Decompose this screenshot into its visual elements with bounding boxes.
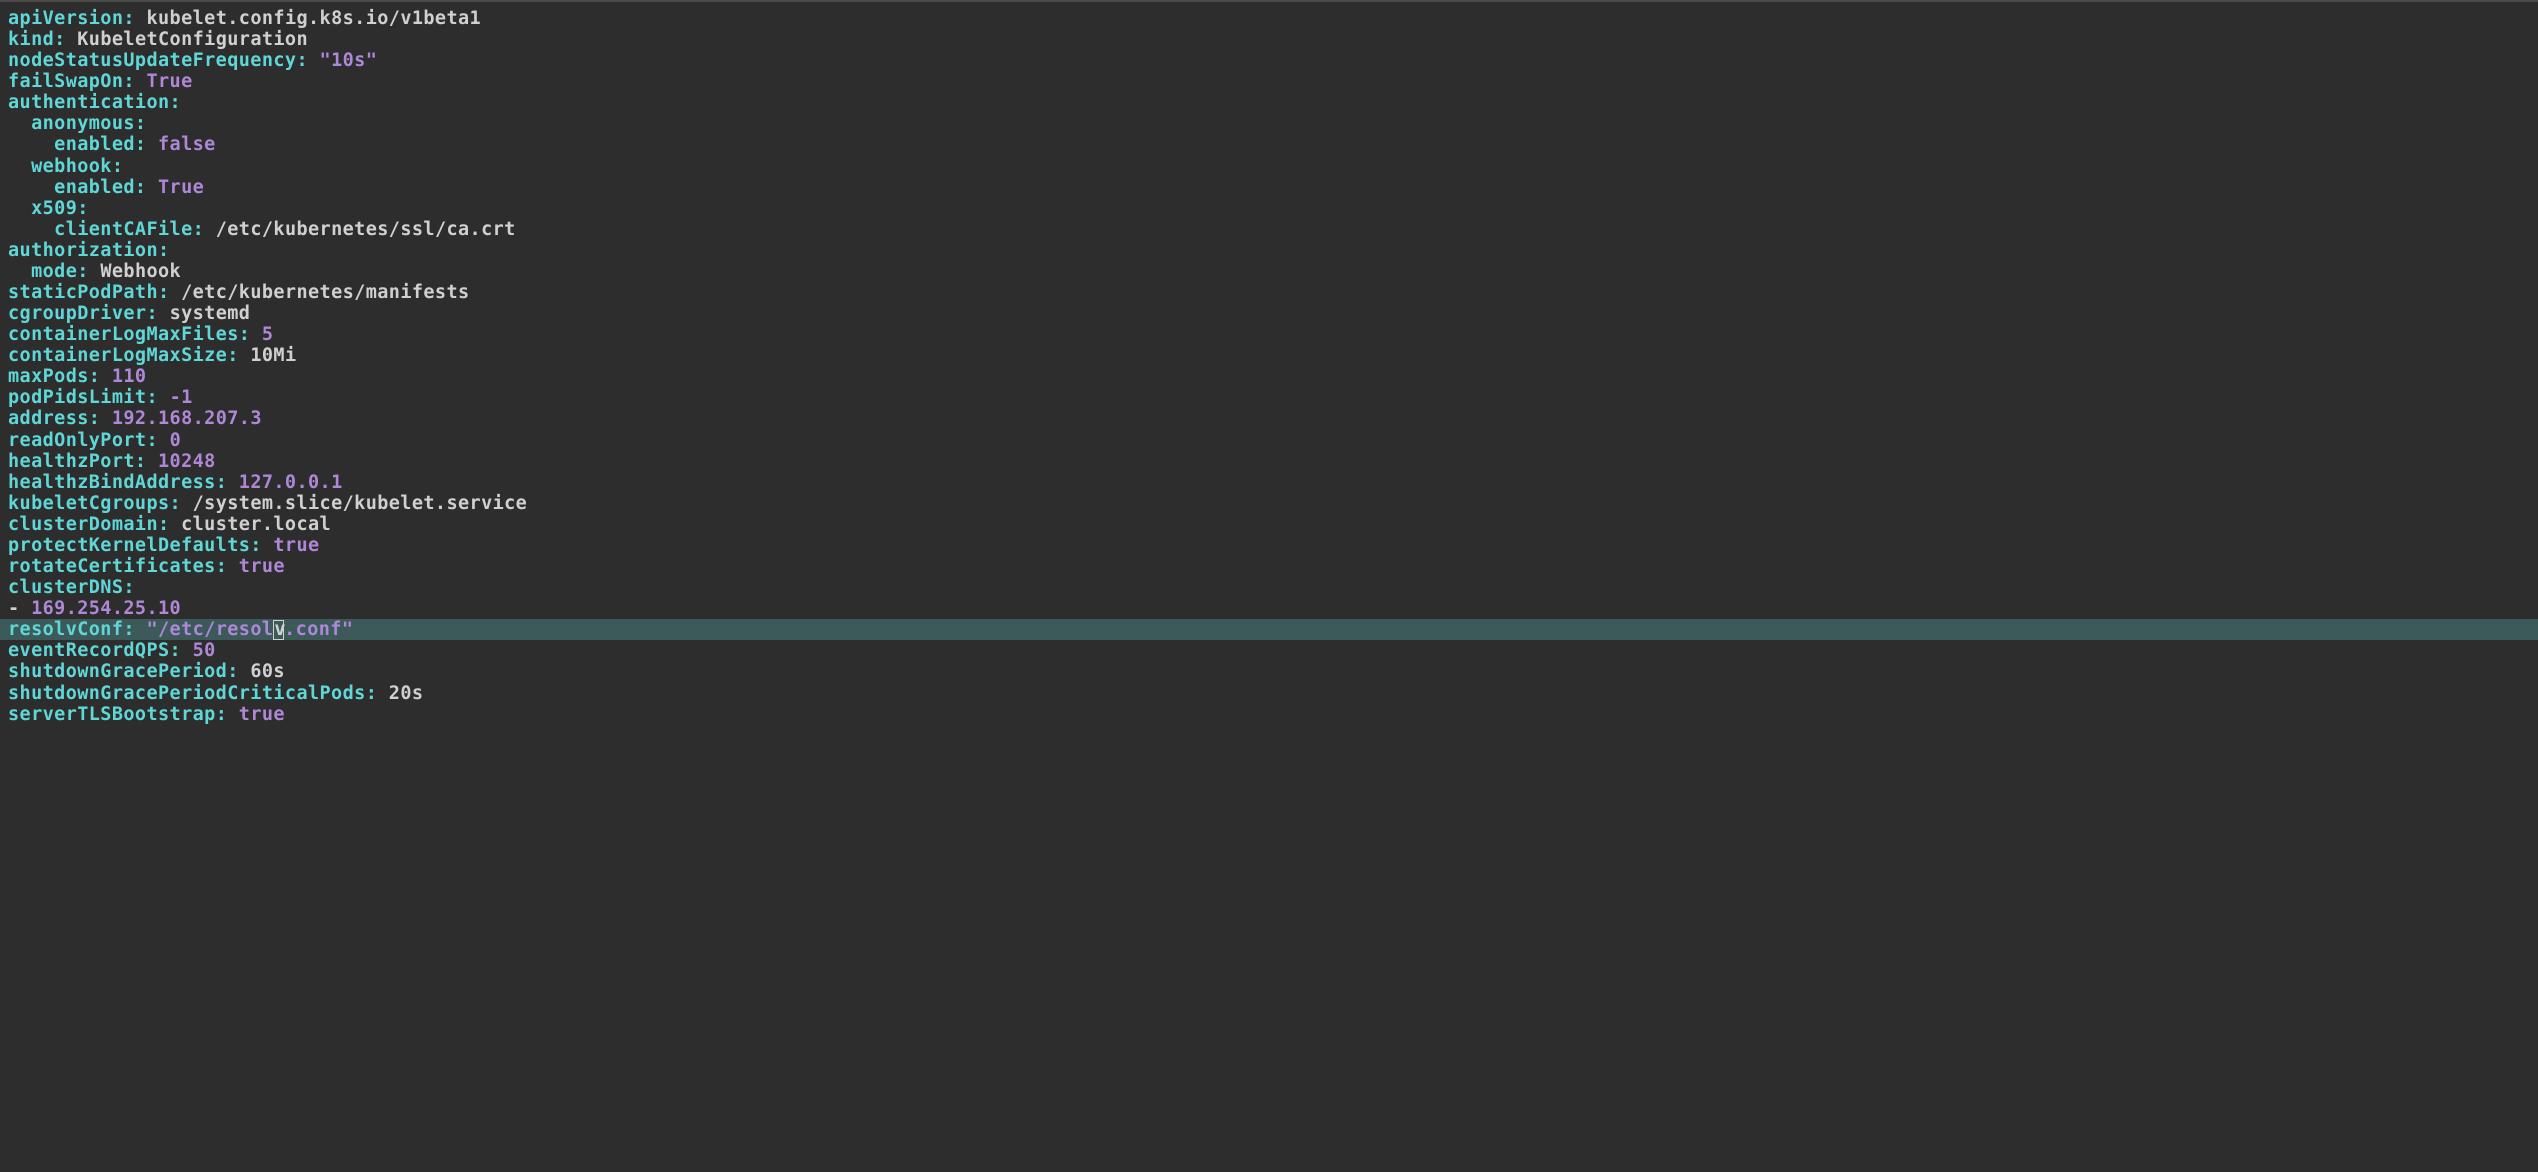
code-line[interactable]: healthzPort: 10248 (8, 451, 2530, 472)
code-line[interactable]: podPidsLimit: -1 (8, 387, 2530, 408)
code-line[interactable]: clientCAFile: /etc/kubernetes/ssl/ca.crt (8, 219, 2530, 240)
code-line[interactable]: shutdownGracePeriodCriticalPods: 20s (8, 683, 2530, 704)
code-line[interactable]: address: 192.168.207.3 (8, 408, 2530, 429)
code-line[interactable]: anonymous: (8, 113, 2530, 134)
code-line[interactable]: authorization: (8, 240, 2530, 261)
code-line[interactable]: healthzBindAddress: 127.0.0.1 (8, 472, 2530, 493)
code-line[interactable]: containerLogMaxSize: 10Mi (8, 345, 2530, 366)
code-line[interactable]: protectKernelDefaults: true (8, 535, 2530, 556)
code-line[interactable]: x509: (8, 198, 2530, 219)
code-line[interactable]: containerLogMaxFiles: 5 (8, 324, 2530, 345)
code-line[interactable]: kind: KubeletConfiguration (8, 29, 2530, 50)
code-line[interactable]: shutdownGracePeriod: 60s (8, 661, 2530, 682)
code-line[interactable]: mode: Webhook (8, 261, 2530, 282)
code-line[interactable]: rotateCertificates: true (8, 556, 2530, 577)
code-editor[interactable]: apiVersion: kubelet.config.k8s.io/v1beta… (0, 2, 2538, 731)
code-line[interactable]: staticPodPath: /etc/kubernetes/manifests (8, 282, 2530, 303)
code-line[interactable]: eventRecordQPS: 50 (8, 640, 2530, 661)
code-line[interactable]: failSwapOn: True (8, 71, 2530, 92)
code-line[interactable]: authentication: (8, 92, 2530, 113)
text-cursor: v (273, 620, 284, 639)
code-line[interactable]: clusterDNS: (8, 577, 2530, 598)
code-line[interactable]: enabled: True (8, 177, 2530, 198)
code-line[interactable]: serverTLSBootstrap: true (8, 704, 2530, 725)
code-line[interactable]: nodeStatusUpdateFrequency: "10s" (8, 50, 2530, 71)
code-line[interactable]: maxPods: 110 (8, 366, 2530, 387)
code-line[interactable]: resolvConf: "/etc/resolv.conf" (0, 619, 2538, 640)
code-line[interactable]: clusterDomain: cluster.local (8, 514, 2530, 535)
code-line[interactable]: cgroupDriver: systemd (8, 303, 2530, 324)
code-line[interactable]: apiVersion: kubelet.config.k8s.io/v1beta… (8, 8, 2530, 29)
code-line[interactable]: kubeletCgroups: /system.slice/kubelet.se… (8, 493, 2530, 514)
code-line[interactable]: readOnlyPort: 0 (8, 430, 2530, 451)
code-line[interactable]: webhook: (8, 156, 2530, 177)
code-line[interactable]: enabled: false (8, 134, 2530, 155)
code-line[interactable]: - 169.254.25.10 (8, 598, 2530, 619)
